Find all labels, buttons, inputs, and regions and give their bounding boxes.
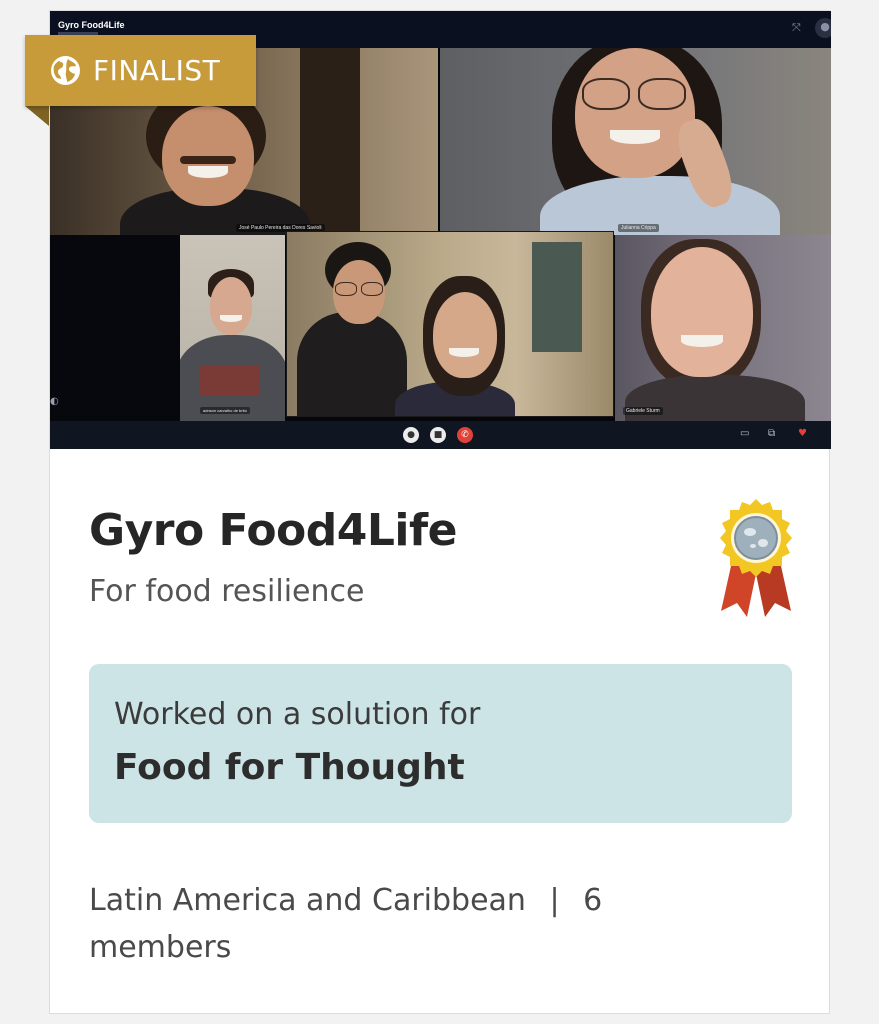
medal-icon: [720, 499, 792, 617]
participant-tile: adnson carvalho de brito: [180, 235, 285, 421]
call-window-title: Gyro Food4Life: [58, 20, 125, 30]
challenge-box: Worked on a solution for Food for Though…: [89, 664, 792, 823]
participant-name: Julianna Crippa: [618, 224, 659, 232]
expand-icon: ⤧: [792, 21, 801, 34]
hang-up-icon[interactable]: ✆: [457, 427, 473, 443]
participant-tile: Julianna Crippa: [440, 48, 831, 235]
participant-tile: [286, 231, 614, 417]
badge-fold: [25, 106, 49, 126]
user-icon: ●: [815, 18, 831, 38]
challenge-label: Worked on a solution for: [114, 697, 481, 732]
team-tagline: For food resilience: [89, 574, 365, 609]
participant-name: adnson carvalho de brito: [200, 407, 250, 414]
finalist-badge: FINALIST: [25, 35, 256, 106]
meta-separator: |: [549, 883, 560, 918]
camera-icon[interactable]: ■: [430, 427, 446, 443]
call-controls: ● ■ ✆ ▭ ⧉ ♥: [50, 421, 831, 449]
globe-icon: [51, 56, 80, 85]
participant-tile: Gabriele Sturm: [615, 235, 831, 421]
layout-icon[interactable]: ⧉: [768, 428, 775, 439]
team-name[interactable]: Gyro Food4Life: [89, 505, 458, 556]
team-card[interactable]: Gyro Food4Life ⤧ ● José Paulo Pereira da…: [49, 10, 831, 1014]
mic-icon[interactable]: ●: [403, 427, 419, 443]
menu-icon: ◐: [50, 396, 59, 407]
region-label: Latin America and Caribbean: [89, 883, 526, 918]
participant-name: Gabriele Sturm: [623, 407, 663, 415]
challenge-name[interactable]: Food for Thought: [114, 747, 465, 788]
heart-icon[interactable]: ♥: [798, 428, 807, 439]
team-meta: Latin America and Caribbean | 6 members: [89, 877, 689, 971]
badge-label: FINALIST: [93, 54, 221, 87]
chat-icon[interactable]: ▭: [740, 428, 749, 439]
